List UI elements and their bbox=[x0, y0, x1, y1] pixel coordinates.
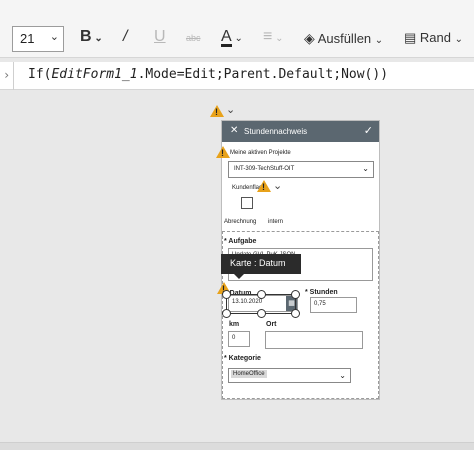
bold-button[interactable]: B ⌄ bbox=[80, 28, 103, 46]
formula-text-rest: .Mode=Edit;Parent.Default;Now()) bbox=[137, 67, 389, 82]
fill-button[interactable]: ◈ Ausfüllen ⌄ bbox=[304, 30, 383, 47]
hours-input[interactable]: 0,75 bbox=[310, 297, 357, 313]
border-label: Rand bbox=[419, 30, 451, 45]
warning-icon[interactable] bbox=[210, 105, 224, 117]
formula-text-if: If( bbox=[28, 67, 52, 82]
chevron-down-icon: ⌄ bbox=[231, 33, 243, 44]
resize-handle[interactable] bbox=[291, 290, 300, 299]
strikethrough-button[interactable]: abc bbox=[186, 33, 201, 43]
align-button[interactable]: ≡ ⌄ bbox=[263, 28, 284, 46]
resize-handle[interactable] bbox=[257, 309, 266, 318]
underline-label: U bbox=[154, 28, 166, 45]
place-input[interactable] bbox=[265, 331, 363, 349]
chevron-down-icon: ⌄ bbox=[362, 164, 369, 173]
align-icon: ≡ bbox=[263, 28, 273, 45]
italic-label: / bbox=[123, 28, 128, 45]
km-input[interactable]: 0 bbox=[228, 331, 250, 347]
km-label: km bbox=[229, 321, 240, 328]
chevron-down-icon: ⌄ bbox=[91, 33, 103, 44]
fill-label: Ausfüllen bbox=[317, 31, 372, 46]
category-dropdown[interactable]: HomeOffice ⌄ bbox=[228, 368, 351, 383]
chevron-down-icon: ⌄ bbox=[339, 371, 346, 380]
bold-label: B bbox=[80, 28, 92, 45]
hours-value: 0,75 bbox=[314, 301, 326, 307]
font-color-label: A bbox=[221, 28, 232, 47]
place-label: Ort bbox=[266, 321, 277, 328]
control-tooltip: Karte : Datum bbox=[221, 254, 301, 279]
formula-bar[interactable]: › If(EditForm1_1.Mode=Edit;Parent.Defaul… bbox=[0, 62, 474, 90]
customer-checkbox[interactable] bbox=[241, 197, 253, 209]
ribbon-toolbar: 21 ⌄ B ⌄ / U abc A ⌄ ≡ ⌄ ◈ Ausfüllen ⌄ ▤… bbox=[0, 0, 474, 58]
chevron-down-icon: ⌄ bbox=[454, 34, 464, 45]
category-label: * Kategorie bbox=[224, 355, 261, 362]
project-dropdown[interactable]: INT-309-TechStuff-OIT ⌄ bbox=[228, 161, 374, 178]
category-value: HomeOffice bbox=[231, 370, 267, 378]
status-bar bbox=[0, 442, 474, 450]
internal-label: intern bbox=[268, 219, 284, 225]
projects-label: Meine aktiven Projekte bbox=[230, 150, 291, 156]
resize-handle[interactable] bbox=[222, 309, 231, 318]
chevron-down-icon[interactable]: ⌄ bbox=[273, 179, 282, 192]
close-icon[interactable]: ✕ bbox=[230, 125, 238, 136]
chevron-down-icon[interactable]: ⌄ bbox=[226, 103, 235, 116]
font-size-select[interactable]: 21 ⌄ bbox=[12, 26, 64, 52]
formula-bar-edge: › bbox=[0, 62, 14, 90]
chevron-down-icon: ⌄ bbox=[374, 35, 384, 46]
strikethrough-label: abc bbox=[186, 33, 201, 43]
resize-handle[interactable] bbox=[257, 290, 266, 299]
underline-button[interactable]: U bbox=[154, 28, 166, 46]
font-color-button[interactable]: A ⌄ bbox=[221, 28, 243, 47]
billing-label: Abrechnung bbox=[224, 219, 257, 225]
resize-handle[interactable] bbox=[291, 309, 300, 318]
formula-text-control: EditForm1_1 bbox=[51, 67, 138, 82]
warning-icon[interactable] bbox=[216, 146, 230, 158]
chevron-down-icon: ⌄ bbox=[272, 33, 284, 44]
task-label: * Aufgabe bbox=[224, 238, 257, 245]
tooltip-text: Karte : Datum bbox=[230, 258, 286, 268]
italic-button[interactable]: / bbox=[123, 28, 127, 46]
resize-handle[interactable] bbox=[222, 290, 231, 299]
project-value: INT-309-TechStuff-OIT bbox=[234, 166, 295, 172]
border-button[interactable]: ▤ Rand ⌄ bbox=[404, 30, 463, 46]
check-icon[interactable]: ✓ bbox=[364, 124, 373, 137]
form-header: ✕ Stundennachweis ✓ bbox=[222, 121, 379, 142]
form-title: Stundennachweis bbox=[244, 127, 308, 136]
border-icon: ▤ bbox=[404, 30, 417, 45]
km-value: 0 bbox=[232, 335, 236, 341]
chevron-down-icon: ⌄ bbox=[49, 31, 59, 43]
hours-label: * Stunden bbox=[305, 289, 338, 296]
font-size-value: 21 bbox=[20, 31, 35, 46]
warning-icon[interactable] bbox=[257, 180, 271, 192]
paint-bucket-icon: ◈ bbox=[304, 30, 315, 46]
